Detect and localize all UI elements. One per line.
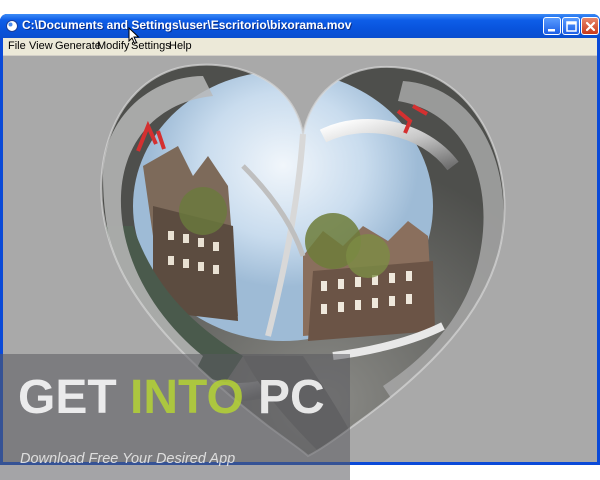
window-title: C:\Documents and Settings\user\Escritori… (22, 18, 352, 32)
close-icon (585, 21, 596, 32)
maximize-button[interactable] (562, 17, 580, 35)
menu-help[interactable]: Help (169, 40, 192, 52)
close-button[interactable] (581, 17, 599, 35)
minimize-button[interactable] (543, 17, 561, 35)
watermark-tagline: Download Free Your Desired App (20, 451, 236, 467)
watermark-into: INTO (130, 371, 244, 424)
menu-modify[interactable]: Modify (97, 40, 129, 52)
maximize-icon (566, 21, 577, 32)
menu-file[interactable]: File (8, 40, 26, 52)
menu-generate[interactable]: Generate (55, 40, 101, 52)
mouse-cursor-icon (128, 27, 140, 45)
minimize-icon (548, 29, 555, 32)
watermark-logo: GET INTO PC (18, 371, 325, 424)
watermark-pc: PC (258, 371, 325, 424)
watermark-get: GET (18, 371, 117, 424)
menu-view[interactable]: View (29, 40, 53, 52)
app-icon (6, 20, 18, 32)
title-bar[interactable]: C:\Documents and Settings\user\Escritori… (0, 14, 600, 38)
menu-bar: File View Generate Modify Settings Help (3, 38, 597, 56)
